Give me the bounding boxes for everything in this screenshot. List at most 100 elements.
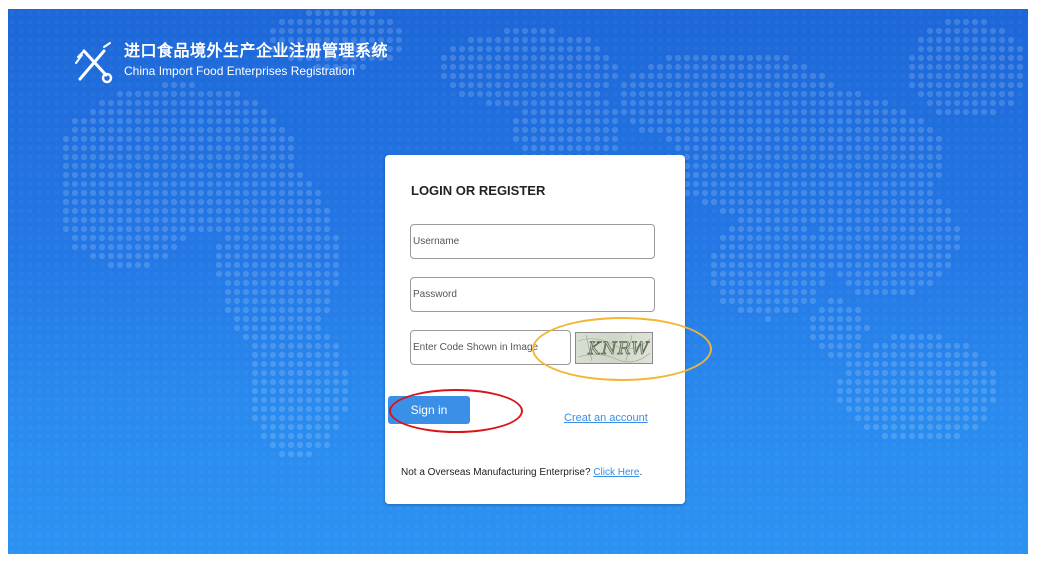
map-land-dot	[296, 216, 304, 224]
map-sea-dot	[424, 47, 429, 52]
map-land-dot	[458, 45, 466, 53]
map-land-dot	[863, 261, 871, 269]
map-sea-dot	[982, 146, 987, 151]
map-sea-dot	[109, 308, 114, 313]
map-sea-dot	[379, 155, 384, 160]
map-sea-dot	[10, 281, 15, 286]
map-sea-dot	[226, 407, 231, 412]
map-land-dot	[881, 225, 889, 233]
map-land-dot	[341, 378, 349, 386]
map-land-dot	[917, 171, 925, 179]
map-sea-dot	[361, 398, 366, 403]
map-sea-dot	[802, 353, 807, 358]
map-land-dot	[251, 153, 259, 161]
map-sea-dot	[55, 272, 60, 277]
map-sea-dot	[433, 74, 438, 79]
map-land-dot	[602, 54, 610, 62]
map-sea-dot	[955, 128, 960, 133]
map-land-dot	[260, 378, 268, 386]
map-sea-dot	[307, 101, 312, 106]
map-land-dot	[107, 225, 115, 233]
map-sea-dot	[667, 47, 672, 52]
map-land-dot	[233, 216, 241, 224]
map-sea-dot	[874, 20, 879, 25]
map-sea-dot	[946, 299, 951, 304]
map-land-dot	[854, 234, 862, 242]
map-sea-dot	[199, 308, 204, 313]
map-land-dot	[62, 198, 70, 206]
map-land-dot	[881, 216, 889, 224]
map-sea-dot	[163, 20, 168, 25]
map-land-dot	[701, 144, 709, 152]
map-land-dot	[107, 144, 115, 152]
map-sea-dot	[991, 200, 996, 205]
map-land-dot	[782, 288, 790, 296]
map-sea-dot	[433, 137, 438, 142]
map-land-dot	[584, 54, 592, 62]
map-land-dot	[98, 225, 106, 233]
map-sea-dot	[136, 344, 141, 349]
map-sea-dot	[757, 20, 762, 25]
map-sea-dot	[361, 353, 366, 358]
map-land-dot	[782, 117, 790, 125]
map-land-dot	[719, 117, 727, 125]
map-land-dot	[710, 198, 718, 206]
map-land-dot	[845, 324, 853, 332]
map-land-dot	[512, 27, 520, 35]
map-land-dot	[872, 252, 880, 260]
map-land-dot	[773, 126, 781, 134]
map-land-dot	[764, 171, 772, 179]
map-sea-dot	[703, 344, 708, 349]
map-land-dot	[998, 36, 1006, 44]
map-sea-dot	[874, 11, 879, 16]
map-sea-dot	[1018, 218, 1023, 223]
map-land-dot	[224, 234, 232, 242]
map-sea-dot	[865, 65, 870, 70]
map-sea-dot	[343, 146, 348, 151]
map-land-dot	[836, 297, 844, 305]
map-land-dot	[863, 216, 871, 224]
map-sea-dot	[55, 227, 60, 232]
map-sea-dot	[307, 155, 312, 160]
map-land-dot	[809, 162, 817, 170]
map-land-dot	[854, 108, 862, 116]
map-sea-dot	[55, 362, 60, 367]
map-land-dot	[269, 360, 277, 368]
map-land-dot	[953, 99, 961, 107]
map-sea-dot	[352, 290, 357, 295]
map-land-dot	[548, 54, 556, 62]
map-land-dot	[305, 297, 313, 305]
map-sea-dot	[622, 65, 627, 70]
map-land-dot	[602, 126, 610, 134]
map-sea-dot	[199, 389, 204, 394]
map-sea-dot	[1000, 245, 1005, 250]
map-sea-dot	[19, 209, 24, 214]
map-sea-dot	[982, 326, 987, 331]
map-sea-dot	[136, 398, 141, 403]
map-land-dot	[683, 81, 691, 89]
map-land-dot	[899, 378, 907, 386]
map-land-dot	[206, 216, 214, 224]
map-land-dot	[917, 90, 925, 98]
map-land-dot	[746, 180, 754, 188]
map-land-dot	[710, 63, 718, 71]
map-land-dot	[296, 261, 304, 269]
map-sea-dot	[982, 191, 987, 196]
map-sea-dot	[235, 389, 240, 394]
map-sea-dot	[991, 326, 996, 331]
map-sea-dot	[226, 371, 231, 376]
map-sea-dot	[37, 245, 42, 250]
map-sea-dot	[964, 182, 969, 187]
map-sea-dot	[226, 326, 231, 331]
map-land-dot	[89, 162, 97, 170]
map-sea-dot	[334, 290, 339, 295]
map-land-dot	[278, 369, 286, 377]
map-sea-dot	[145, 308, 150, 313]
map-land-dot	[467, 54, 475, 62]
map-sea-dot	[10, 137, 15, 142]
map-land-dot	[818, 333, 826, 341]
map-sea-dot	[442, 137, 447, 142]
map-land-dot	[854, 189, 862, 197]
map-land-dot	[251, 306, 259, 314]
map-land-dot	[179, 126, 187, 134]
